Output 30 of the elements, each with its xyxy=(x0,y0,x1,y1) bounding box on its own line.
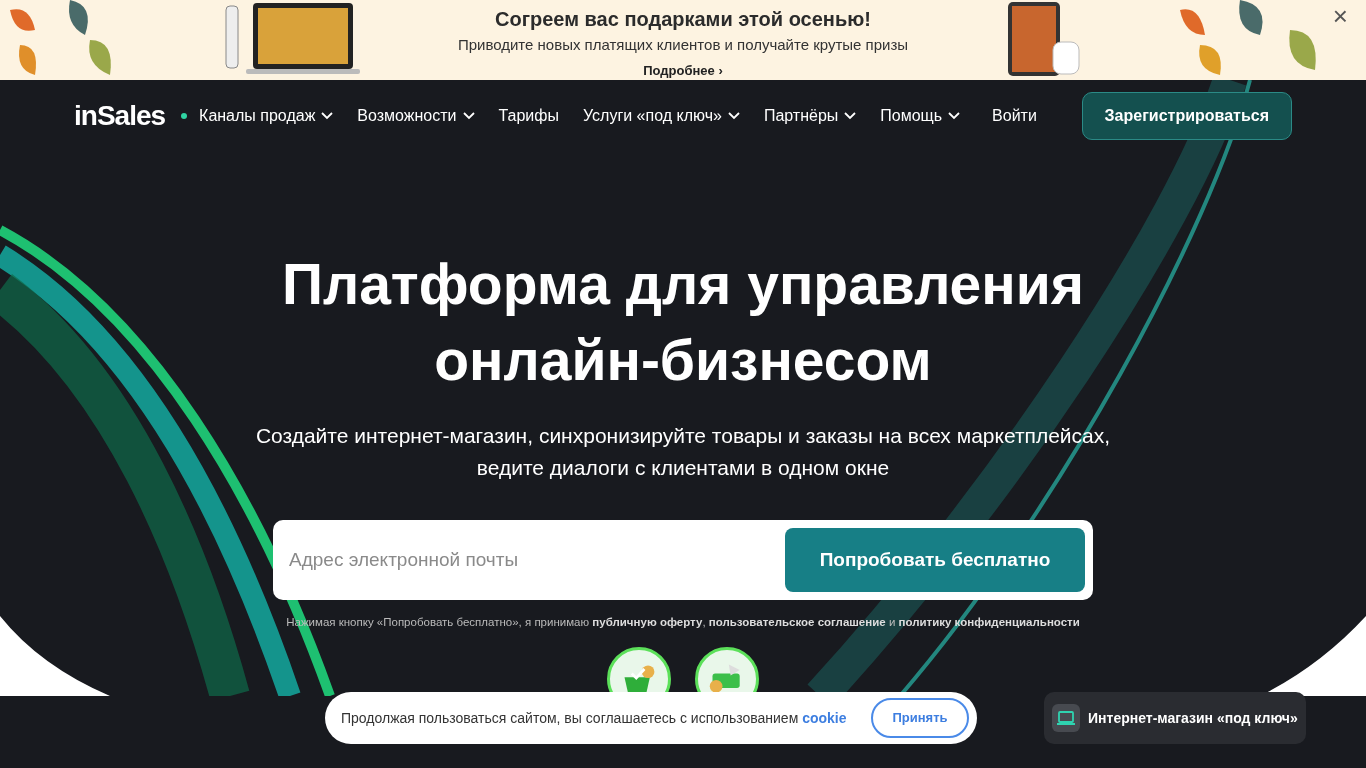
chevron-down-icon xyxy=(321,112,334,120)
login-link[interactable]: Войти xyxy=(992,104,1037,128)
laptop-icon xyxy=(1052,704,1080,732)
chevron-down-icon xyxy=(727,112,740,120)
promo-subtitle: Приводите новых платящих клиентов и получайте крутые призы xyxy=(457,35,909,55)
legal-link[interactable]: публичную оферту xyxy=(592,616,703,628)
nav-item[interactable]: Помощь xyxy=(880,104,961,128)
promo-title: Согреем вас подарками этой осенью! xyxy=(495,7,871,32)
nav-item[interactable]: Возможности xyxy=(357,104,475,128)
accept-button[interactable]: Принять xyxy=(871,698,969,738)
nav-item[interactable]: Услуги «под ключ» xyxy=(582,104,740,128)
chevron-down-icon xyxy=(948,112,961,120)
try-free-button[interactable]: Попробовать бесплатно xyxy=(785,528,1085,592)
hero-subtitle: Создайте интернет-магазин, синхронизируйте товары и заказы на всех маркетплейсах, ведите диалоги с клиентами в одном окне xyxy=(254,423,1112,481)
nav-item[interactable]: Каналы продаж xyxy=(181,104,334,128)
cookie-link[interactable]: cookie xyxy=(802,709,847,726)
nav-item[interactable]: Тарифы xyxy=(498,104,559,128)
close-button[interactable]: × xyxy=(1326,2,1354,30)
legal-link[interactable]: пользовательское соглашение xyxy=(708,616,886,628)
chevron-down-icon xyxy=(844,112,857,120)
nav-item[interactable]: Партнёры xyxy=(763,104,857,128)
legal-link[interactable]: политику конфиденциальности xyxy=(898,616,1080,628)
signup-form[interactable]: Адрес электронной почты Попробовать бесплатно xyxy=(273,520,1093,600)
chat-widget[interactable]: Интернет-магазин «под ключ» xyxy=(1044,692,1306,744)
logo[interactable]: inSales xyxy=(74,95,166,137)
more-link[interactable]: Подробнее › xyxy=(643,60,723,80)
hero-title: Платформа для управления онлайн-бизнесом xyxy=(280,251,1086,394)
register-button[interactable]: Зарегистрироваться xyxy=(1081,92,1292,140)
cookie-notice: Продолжая пользоваться сайтом, вы соглашаетесь с использованием cookie xyxy=(341,708,847,728)
chevron-down-icon xyxy=(462,112,475,120)
